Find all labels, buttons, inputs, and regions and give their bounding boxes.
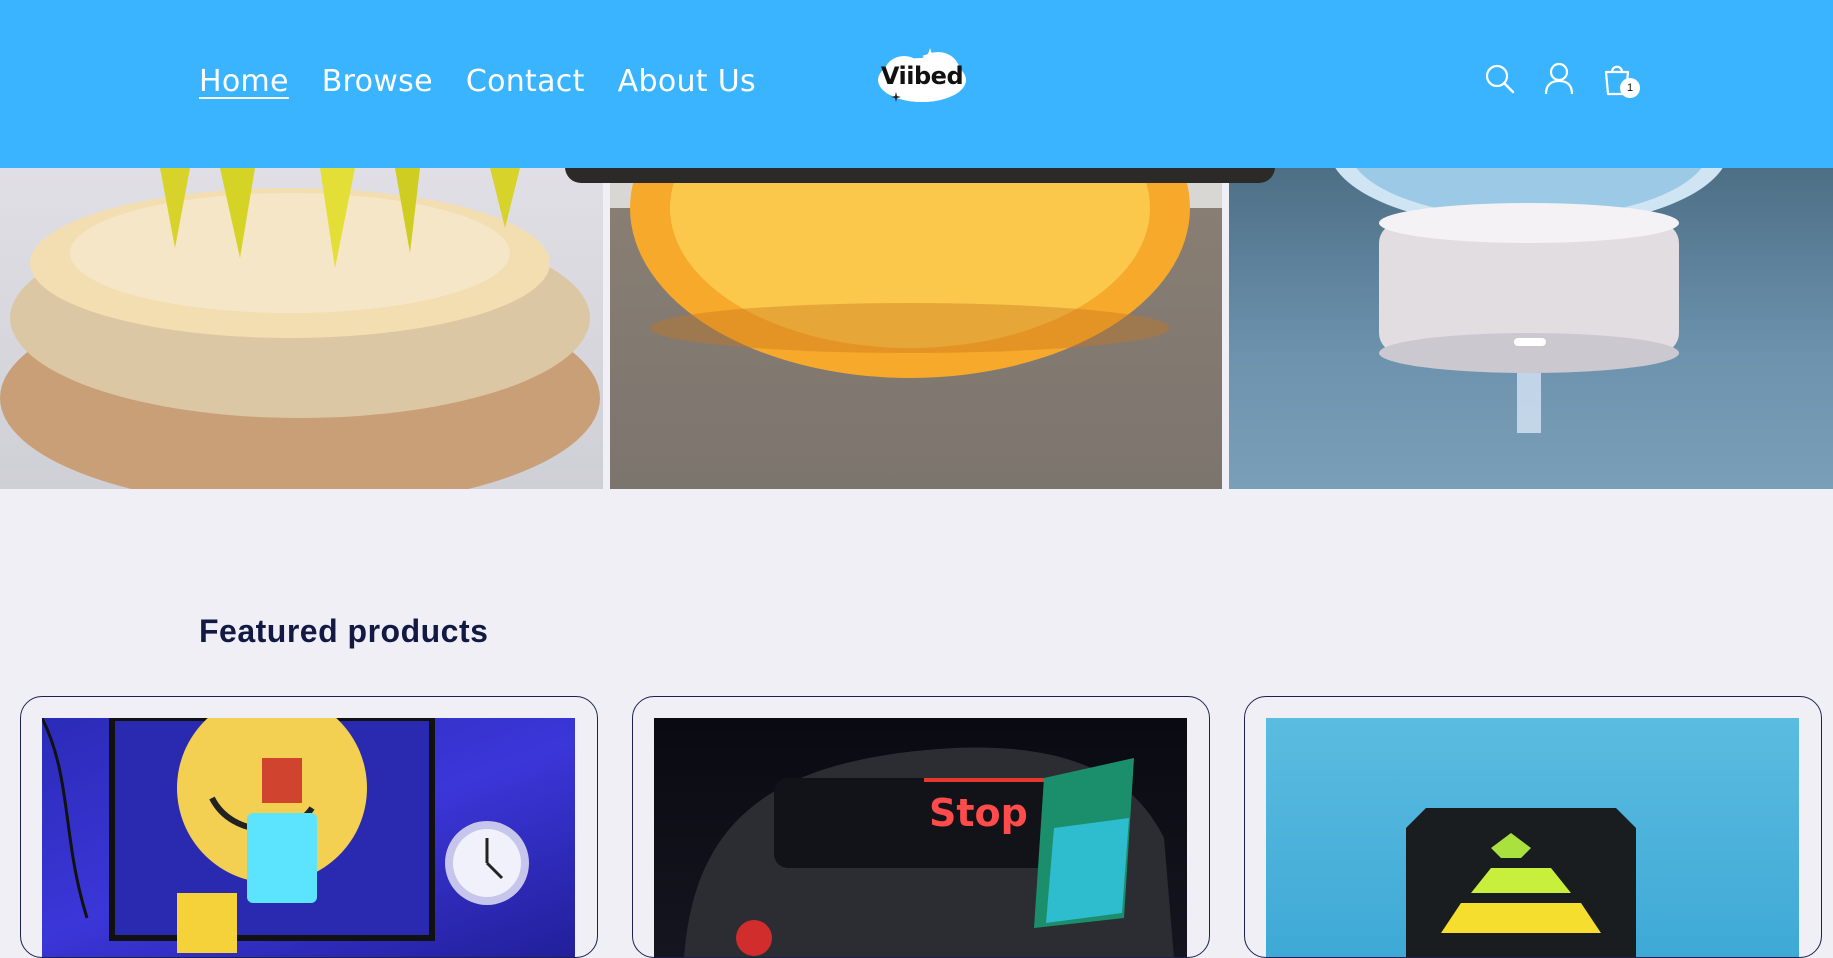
header-actions: 1 xyxy=(1484,62,1640,98)
product-image-led-pixel-cube[interactable] xyxy=(1266,718,1799,957)
car-sign-text: Stop xyxy=(929,791,1028,835)
car-led-display-scene: Stop xyxy=(684,747,1174,957)
site-header: Home Browse Contact About Us Viibed 1 xyxy=(0,0,1833,168)
search-icon xyxy=(1485,64,1515,94)
nav-browse-link[interactable]: Browse xyxy=(322,64,433,99)
nav-home-link[interactable]: Home xyxy=(199,64,289,99)
logo-text: Viibed xyxy=(880,62,964,90)
search-button[interactable] xyxy=(1484,62,1516,96)
product-image-car-led-display[interactable]: Stop xyxy=(654,718,1187,957)
cart-button[interactable]: 1 xyxy=(1602,62,1640,98)
main-nav: Home Browse Contact About Us xyxy=(199,64,756,99)
crystal-ball-lamp-image xyxy=(1335,168,1723,433)
account-button[interactable] xyxy=(1543,62,1575,96)
nav-about-us-link[interactable]: About Us xyxy=(618,64,756,99)
hero-image-crystal-ball-lamp[interactable] xyxy=(1229,168,1833,489)
account-icon xyxy=(1544,62,1574,95)
product-card[interactable] xyxy=(1244,696,1822,958)
hero-image-orange-lamp[interactable] xyxy=(610,168,1222,489)
led-pixel-cube-scene xyxy=(1406,808,1636,957)
cart-count-badge: 1 xyxy=(1620,78,1640,98)
product-card[interactable]: Stop xyxy=(632,696,1210,958)
featured-products-heading: Featured products xyxy=(199,613,489,649)
flower-lamp-image xyxy=(0,168,600,489)
hero-image-flower-lamp[interactable] xyxy=(0,168,603,489)
pixel-lamp-scene xyxy=(42,718,529,953)
nav-contact-link[interactable]: Contact xyxy=(466,64,585,99)
site-logo[interactable]: Viibed xyxy=(872,44,972,108)
product-image-pixel-lamp[interactable] xyxy=(42,718,575,957)
product-card[interactable] xyxy=(20,696,598,958)
orange-lamp-image xyxy=(610,168,1222,378)
hero-slideshow xyxy=(0,168,1833,489)
